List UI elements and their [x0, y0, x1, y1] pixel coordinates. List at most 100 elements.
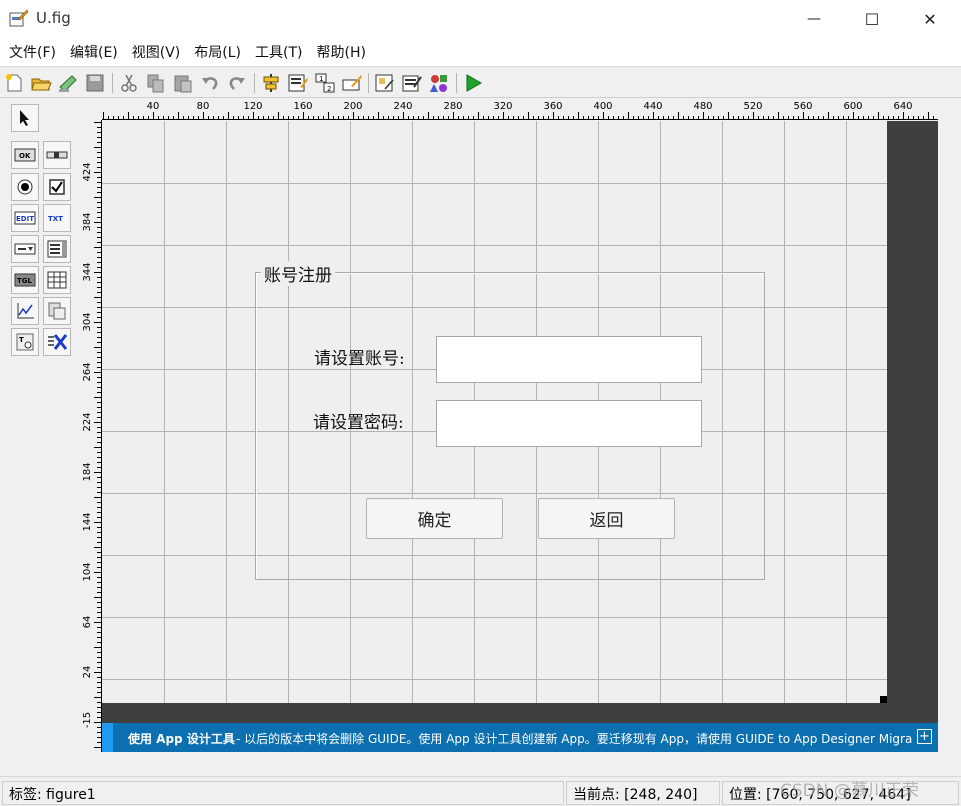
ruler-x-label: 600: [843, 101, 862, 112]
ruler-y-label: 144: [82, 512, 93, 531]
account-label: 请设置账号:: [314, 349, 405, 369]
open-icon[interactable]: [30, 72, 52, 94]
menu-layout[interactable]: 布局(L): [189, 42, 250, 62]
menu-edit[interactable]: 编辑(E): [65, 42, 127, 62]
ruler-x-label: 120: [243, 101, 262, 112]
minimize-icon: —: [807, 11, 821, 27]
ruler-x-label: 480: [693, 101, 712, 112]
expand-icon[interactable]: +: [917, 729, 932, 744]
title-bar: U.fig — ☐ ✕: [0, 0, 961, 38]
minimize-button[interactable]: —: [785, 0, 843, 38]
status-current-point: 当前点: [248, 240]: [566, 781, 720, 805]
horizontal-ruler: 40 80 120 160 200 240 280 320 360 400 440 480 520 560…: [100, 98, 938, 120]
close-icon: ✕: [923, 9, 937, 29]
object-browser-icon[interactable]: [428, 72, 450, 94]
togglebutton-tool[interactable]: TGL: [11, 266, 39, 294]
ruler-y-label: 184: [82, 462, 93, 481]
new-icon[interactable]: [3, 72, 25, 94]
toolbar-separator: [112, 73, 113, 93]
svg-text:2: 2: [327, 85, 331, 93]
table-tool[interactable]: [43, 266, 71, 294]
ruler-x-label: 160: [293, 101, 312, 112]
ruler-x-label: 200: [343, 101, 362, 112]
ruler-y-label: 264: [82, 362, 93, 381]
ruler-y-label: 424: [82, 162, 93, 181]
paste-icon[interactable]: [172, 72, 194, 94]
statictext-tool[interactable]: TXT: [43, 204, 71, 232]
checkbox-tool[interactable]: [43, 173, 71, 201]
panel-icon: [48, 302, 66, 320]
toolbar-separator: [368, 73, 369, 93]
banner-message: - 以后的版本中将会删除 GUIDE。使用 App 设计工具创建新 App。要迁…: [236, 732, 912, 746]
back-button[interactable]: 返回: [538, 498, 675, 539]
banner-accent: [102, 723, 113, 752]
svg-text:OK: OK: [19, 152, 31, 160]
align-icon[interactable]: [260, 72, 282, 94]
maximize-button[interactable]: ☐: [843, 0, 901, 38]
maximize-icon: ☐: [864, 9, 880, 29]
close-button[interactable]: ✕: [901, 0, 959, 38]
buttongroup-tool[interactable]: T: [11, 328, 39, 356]
password-input[interactable]: [436, 400, 702, 447]
layout-canvas[interactable]: 账号注册 请设置账号: 请设置密码: 确定 返回: [102, 121, 938, 752]
ruler-x-label: 240: [393, 101, 412, 112]
edit-text-icon: EDIT: [14, 211, 36, 225]
axes-tool[interactable]: [11, 297, 39, 325]
button-group-icon: T: [16, 333, 34, 351]
ruler-x-label: 560: [793, 101, 812, 112]
menu-view[interactable]: 视图(V): [127, 42, 190, 62]
ruler-x-label: 320: [493, 101, 512, 112]
ruler-y-label: 344: [82, 262, 93, 281]
activex-icon: [48, 334, 68, 350]
password-label: 请设置密码:: [313, 413, 404, 433]
toolbar-editor-icon[interactable]: [341, 72, 363, 94]
table-icon: [47, 271, 67, 289]
svg-text:T: T: [19, 336, 24, 344]
listbox-tool[interactable]: [43, 235, 71, 263]
ruler-x-label: 40: [147, 101, 160, 112]
inspector-icon[interactable]: [401, 72, 423, 94]
panel-tool[interactable]: [43, 297, 71, 325]
confirm-button[interactable]: 确定: [366, 498, 503, 539]
undo-icon[interactable]: [199, 72, 221, 94]
popupmenu-tool[interactable]: [11, 235, 39, 263]
ruler-x-label: 280: [443, 101, 462, 112]
editor-icon[interactable]: [374, 72, 396, 94]
menu-help[interactable]: 帮助(H): [312, 42, 375, 62]
svg-text:TGL: TGL: [17, 277, 33, 285]
redo-icon[interactable]: [226, 72, 248, 94]
radiobutton-tool[interactable]: [11, 173, 39, 201]
watermark: CSDN @慕川正荣: [780, 781, 919, 801]
toolbar: 12: [0, 66, 961, 98]
toolbar-separator: [456, 73, 457, 93]
slider-tool[interactable]: [43, 141, 71, 169]
radio-button-icon: [17, 179, 33, 195]
menu-tools[interactable]: 工具(T): [250, 42, 311, 62]
figure-outside-area-bottom: [102, 703, 938, 725]
figure-resize-handle[interactable]: [880, 696, 887, 703]
ruler-y-label: 224: [82, 412, 93, 431]
copy-icon[interactable]: [145, 72, 167, 94]
toggle-button-icon: TGL: [14, 273, 36, 287]
cut-icon[interactable]: [118, 72, 140, 94]
menu-file[interactable]: 文件(F): [4, 42, 65, 62]
app-designer-banner: 使用 App 设计工具 - 以后的版本中将会删除 GUIDE。使用 App 设计…: [102, 723, 938, 752]
banner-title: 使用 App 设计工具: [128, 732, 235, 746]
tab-order-icon[interactable]: 12: [314, 72, 336, 94]
account-input[interactable]: [436, 336, 702, 383]
run-icon[interactable]: [462, 72, 484, 94]
vertical-ruler: 424 384 344 304 264 224 184 144 104 64 24 -15: [78, 120, 102, 752]
register-panel[interactable]: 账号注册 请设置账号: 请设置密码: 确定 返回: [255, 261, 765, 580]
listbox-icon: [47, 240, 67, 258]
edittext-tool[interactable]: EDIT: [11, 204, 39, 232]
activex-tool[interactable]: [43, 328, 71, 356]
menu-editor-icon[interactable]: [287, 72, 309, 94]
save-icon[interactable]: [57, 72, 79, 94]
disk-icon[interactable]: [84, 72, 106, 94]
select-tool[interactable]: [11, 104, 39, 132]
ruler-x-label: 360: [543, 101, 562, 112]
select-arrow-icon: [20, 110, 29, 126]
ruler-x-label: 640: [893, 101, 912, 112]
pushbutton-tool[interactable]: OK: [11, 141, 39, 169]
panel-title: 账号注册: [261, 261, 335, 286]
